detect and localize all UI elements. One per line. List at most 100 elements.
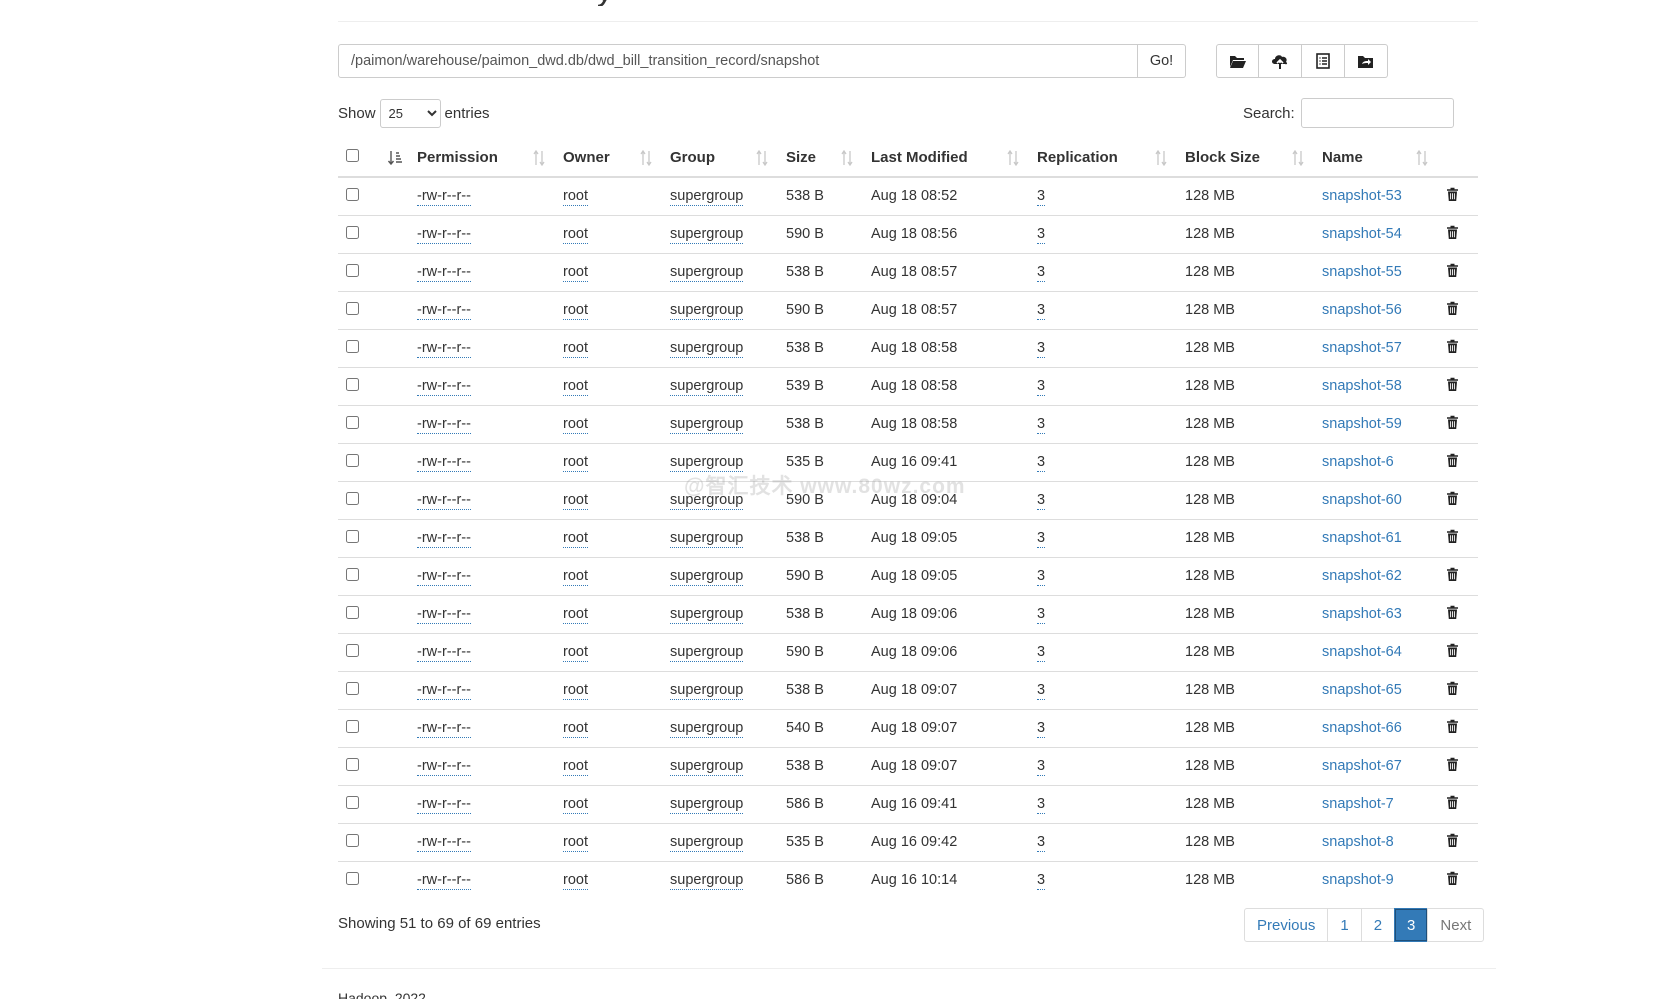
file-name-link[interactable]: snapshot-7 bbox=[1322, 796, 1394, 812]
file-name-link[interactable]: snapshot-66 bbox=[1322, 720, 1402, 736]
permission-value[interactable]: -rw-r--r-- bbox=[417, 758, 471, 776]
permission-value[interactable]: -rw-r--r-- bbox=[417, 340, 471, 358]
replication-value[interactable]: 3 bbox=[1037, 796, 1046, 814]
pagination-page-1[interactable]: 1 bbox=[1327, 908, 1362, 942]
permission-value[interactable]: -rw-r--r-- bbox=[417, 530, 471, 548]
group-value[interactable]: supergroup bbox=[670, 226, 744, 244]
group-value[interactable]: supergroup bbox=[670, 188, 744, 207]
file-name-link[interactable]: snapshot-58 bbox=[1322, 378, 1402, 394]
permission-value[interactable]: -rw-r--r-- bbox=[417, 264, 471, 282]
permission-value[interactable]: -rw-r--r-- bbox=[417, 568, 471, 586]
permission-value[interactable]: -rw-r--r-- bbox=[417, 872, 471, 891]
row-select-checkbox[interactable] bbox=[346, 377, 359, 391]
owner-value[interactable]: root bbox=[563, 340, 588, 358]
owner-value[interactable]: root bbox=[563, 606, 588, 624]
row-select-checkbox[interactable] bbox=[346, 263, 359, 277]
row-select-checkbox[interactable] bbox=[346, 453, 359, 467]
trash-icon[interactable] bbox=[1446, 187, 1459, 202]
trash-icon[interactable] bbox=[1446, 453, 1459, 468]
search-input[interactable] bbox=[1300, 98, 1454, 128]
replication-value[interactable]: 3 bbox=[1037, 188, 1046, 207]
group-value[interactable]: supergroup bbox=[670, 492, 744, 510]
path-input[interactable] bbox=[338, 44, 1138, 78]
permission-value[interactable]: -rw-r--r-- bbox=[417, 454, 471, 472]
sort-column-header[interactable] bbox=[379, 139, 409, 178]
permission-value[interactable]: -rw-r--r-- bbox=[417, 302, 471, 320]
replication-value[interactable]: 3 bbox=[1037, 302, 1046, 320]
replication-value[interactable]: 3 bbox=[1037, 720, 1046, 738]
upload-files-button[interactable] bbox=[1259, 44, 1302, 78]
permission-value[interactable]: -rw-r--r-- bbox=[417, 796, 471, 814]
replication-value[interactable]: 3 bbox=[1037, 340, 1046, 358]
trash-icon[interactable] bbox=[1446, 415, 1459, 430]
file-name-link[interactable]: snapshot-57 bbox=[1322, 340, 1402, 356]
replication-value[interactable]: 3 bbox=[1037, 454, 1046, 472]
owner-value[interactable]: root bbox=[563, 872, 588, 891]
pagination-page-3[interactable]: 3 bbox=[1394, 908, 1429, 942]
column-header-owner[interactable]: Owner bbox=[555, 139, 662, 178]
permission-value[interactable]: -rw-r--r-- bbox=[417, 188, 471, 207]
trash-icon[interactable] bbox=[1446, 377, 1459, 392]
replication-value[interactable]: 3 bbox=[1037, 568, 1046, 586]
file-name-link[interactable]: snapshot-8 bbox=[1322, 834, 1394, 850]
group-value[interactable]: supergroup bbox=[670, 340, 744, 358]
owner-value[interactable]: root bbox=[563, 492, 588, 510]
column-header-size[interactable]: Size bbox=[778, 139, 863, 178]
row-select-checkbox[interactable] bbox=[346, 871, 359, 885]
trash-icon[interactable] bbox=[1446, 833, 1459, 848]
trash-icon[interactable] bbox=[1446, 225, 1459, 240]
column-header-permission[interactable]: Permission bbox=[409, 139, 555, 178]
file-name-link[interactable]: snapshot-63 bbox=[1322, 606, 1402, 622]
file-name-link[interactable]: snapshot-53 bbox=[1322, 188, 1402, 204]
trash-icon[interactable] bbox=[1446, 339, 1459, 354]
owner-value[interactable]: root bbox=[563, 264, 588, 282]
permission-value[interactable]: -rw-r--r-- bbox=[417, 378, 471, 396]
owner-value[interactable]: root bbox=[563, 530, 588, 548]
group-value[interactable]: supergroup bbox=[670, 264, 744, 282]
group-value[interactable]: supergroup bbox=[670, 416, 744, 434]
owner-value[interactable]: root bbox=[563, 454, 588, 472]
group-value[interactable]: supergroup bbox=[670, 606, 744, 624]
row-select-checkbox[interactable] bbox=[346, 339, 359, 353]
permission-value[interactable]: -rw-r--r-- bbox=[417, 606, 471, 624]
select-all-checkbox[interactable] bbox=[346, 149, 359, 162]
replication-value[interactable]: 3 bbox=[1037, 530, 1046, 548]
replication-value[interactable]: 3 bbox=[1037, 226, 1046, 244]
column-header-last-modified[interactable]: Last Modified bbox=[863, 139, 1029, 178]
trash-icon[interactable] bbox=[1446, 757, 1459, 772]
file-name-link[interactable]: snapshot-65 bbox=[1322, 682, 1402, 698]
group-value[interactable]: supergroup bbox=[670, 302, 744, 320]
permission-value[interactable]: -rw-r--r-- bbox=[417, 682, 471, 700]
group-value[interactable]: supergroup bbox=[670, 872, 744, 891]
trash-icon[interactable] bbox=[1446, 301, 1459, 316]
trash-icon[interactable] bbox=[1446, 871, 1459, 886]
permission-value[interactable]: -rw-r--r-- bbox=[417, 720, 471, 738]
replication-value[interactable]: 3 bbox=[1037, 416, 1046, 434]
owner-value[interactable]: root bbox=[563, 834, 588, 852]
file-name-link[interactable]: snapshot-67 bbox=[1322, 758, 1402, 774]
create-directory-button[interactable] bbox=[1216, 44, 1259, 78]
owner-value[interactable]: root bbox=[563, 720, 588, 738]
trash-icon[interactable] bbox=[1446, 567, 1459, 582]
file-name-link[interactable]: snapshot-59 bbox=[1322, 416, 1402, 432]
replication-value[interactable]: 3 bbox=[1037, 492, 1046, 510]
paste-button[interactable] bbox=[1345, 44, 1388, 78]
group-value[interactable]: supergroup bbox=[670, 682, 744, 700]
group-value[interactable]: supergroup bbox=[670, 796, 744, 814]
trash-icon[interactable] bbox=[1446, 263, 1459, 278]
pagination-page-2[interactable]: 2 bbox=[1360, 908, 1396, 942]
replication-value[interactable]: 3 bbox=[1037, 834, 1046, 852]
column-header-group[interactable]: Group bbox=[662, 139, 778, 178]
replication-value[interactable]: 3 bbox=[1037, 682, 1046, 700]
permission-value[interactable]: -rw-r--r-- bbox=[417, 492, 471, 510]
file-name-link[interactable]: snapshot-54 bbox=[1322, 226, 1402, 242]
group-value[interactable]: supergroup bbox=[670, 720, 744, 738]
file-name-link[interactable]: snapshot-9 bbox=[1322, 872, 1394, 888]
row-select-checkbox[interactable] bbox=[346, 491, 359, 505]
trash-icon[interactable] bbox=[1446, 605, 1459, 620]
replication-value[interactable]: 3 bbox=[1037, 606, 1046, 624]
owner-value[interactable]: root bbox=[563, 378, 588, 396]
column-header-block-size[interactable]: Block Size bbox=[1177, 139, 1314, 178]
replication-value[interactable]: 3 bbox=[1037, 758, 1046, 776]
file-name-link[interactable]: snapshot-6 bbox=[1322, 454, 1394, 470]
